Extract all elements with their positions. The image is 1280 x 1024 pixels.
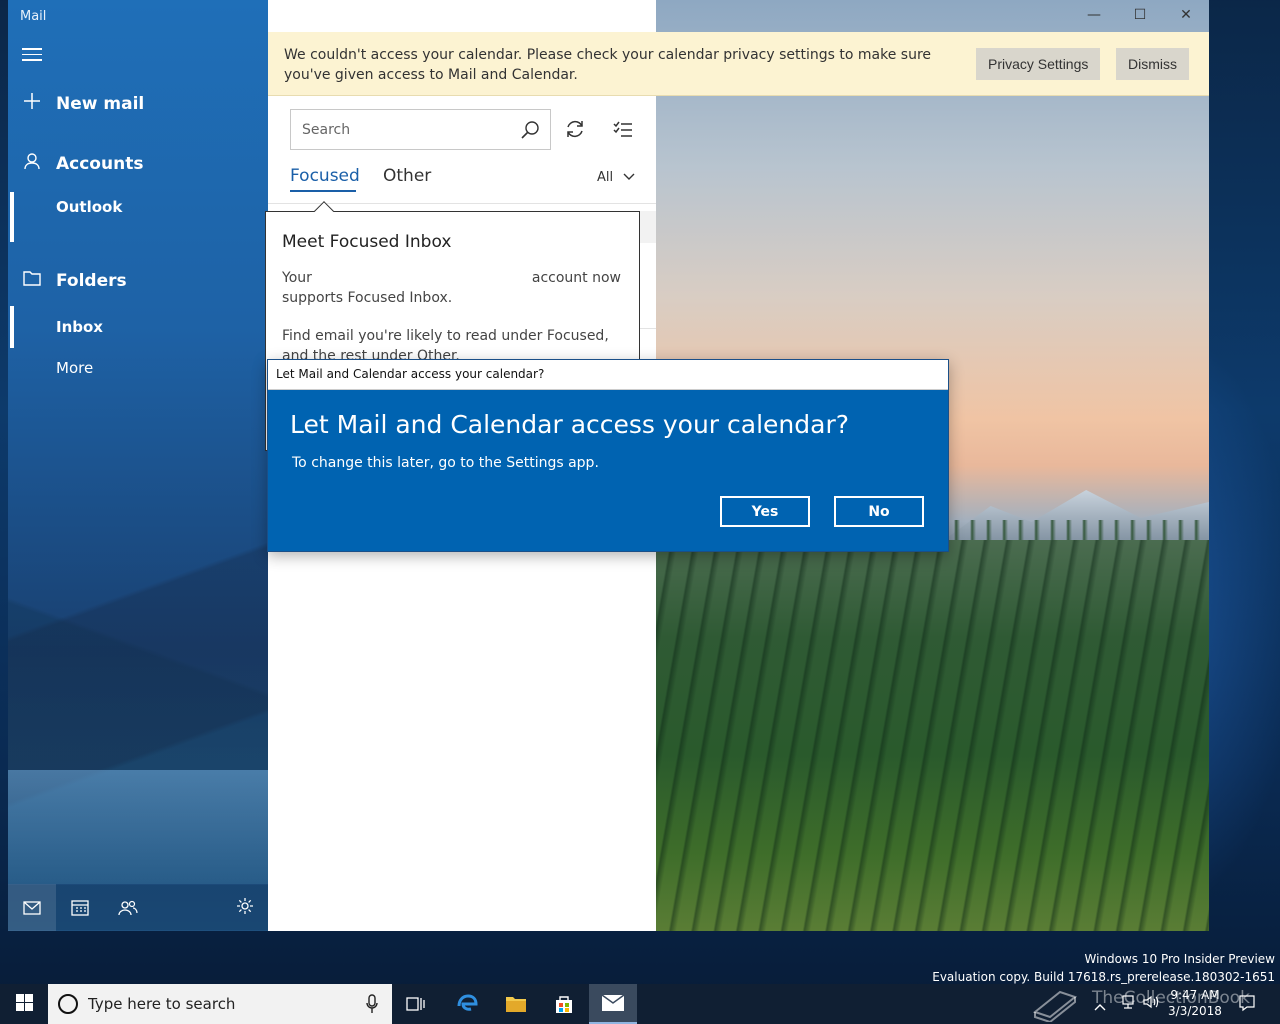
new-mail-button[interactable]: New mail xyxy=(8,92,144,115)
chevron-down-icon xyxy=(623,170,635,185)
no-button[interactable]: No xyxy=(834,496,924,527)
new-mail-label: New mail xyxy=(56,93,145,114)
mail-taskbar-icon[interactable] xyxy=(589,984,637,1024)
accounts-label: Accounts xyxy=(56,153,144,174)
people-icon[interactable] xyxy=(104,884,152,931)
start-button[interactable] xyxy=(0,984,48,1024)
calendar-access-banner: We couldn't access your calendar. Please… xyxy=(268,32,1209,96)
dialog-subtext: To change this later, go to the Settings… xyxy=(292,455,599,471)
cortana-icon xyxy=(58,994,78,1014)
task-view-icon[interactable] xyxy=(392,984,440,1024)
tab-other[interactable]: Other xyxy=(383,166,431,186)
file-explorer-icon[interactable] xyxy=(492,984,540,1024)
edge-browser-icon[interactable] xyxy=(443,984,491,1024)
store-icon[interactable] xyxy=(540,984,588,1024)
hamburger-menu-icon[interactable] xyxy=(22,44,42,66)
brand-watermark: TheCollectionBook xyxy=(1030,978,1270,1024)
app-title: Mail xyxy=(20,9,47,24)
watermark-edition: Windows 10 Pro Insider Preview xyxy=(1084,952,1275,966)
microphone-icon[interactable] xyxy=(366,994,378,1018)
window-controls: — ☐ ✕ xyxy=(1071,0,1209,30)
book-logo-icon xyxy=(1030,982,1080,1024)
plus-icon xyxy=(8,92,56,115)
tip-line1-end: account now xyxy=(531,270,621,286)
search-icon[interactable] xyxy=(520,120,540,144)
privacy-settings-button[interactable]: Privacy Settings xyxy=(976,48,1101,80)
tab-focused[interactable]: Focused xyxy=(290,166,360,192)
folder-icon xyxy=(8,270,56,291)
selection-mode-icon[interactable] xyxy=(612,118,634,144)
nav-pane: Mail New mail Accounts Outlook Folders I… xyxy=(8,0,268,931)
sync-icon[interactable] xyxy=(564,118,586,144)
close-button[interactable]: ✕ xyxy=(1163,0,1209,30)
message-row-placeholder xyxy=(640,211,656,243)
person-icon xyxy=(8,152,56,175)
folders-label: Folders xyxy=(56,270,127,291)
tip-line1-start: Your xyxy=(282,270,312,286)
filter-label: All xyxy=(597,170,614,185)
accounts-button[interactable]: Accounts xyxy=(8,152,143,175)
tab-focused-label: Focused xyxy=(290,166,360,186)
dialog-heading: Let Mail and Calendar access your calend… xyxy=(290,410,850,439)
minimize-button[interactable]: — xyxy=(1071,0,1117,30)
dialog-title-bar: Let Mail and Calendar access your calend… xyxy=(268,360,948,390)
taskbar-search-box xyxy=(48,984,392,1024)
nav-background-lake xyxy=(8,770,268,885)
yes-button[interactable]: Yes xyxy=(720,496,810,527)
folders-button[interactable]: Folders xyxy=(8,270,127,291)
tip-line1-continuation: supports Focused Inbox. xyxy=(282,290,453,306)
folder-item-more[interactable]: More xyxy=(56,359,93,377)
calendar-permission-dialog: Let Mail and Calendar access your calend… xyxy=(267,359,949,552)
folder-item-inbox[interactable]: Inbox xyxy=(56,318,103,336)
mail-switch-icon[interactable] xyxy=(8,884,56,931)
inbox-selection-indicator xyxy=(10,306,14,348)
banner-message: We couldn't access your calendar. Please… xyxy=(284,47,932,83)
account-item-outlook[interactable]: Outlook xyxy=(56,198,122,216)
dismiss-button[interactable]: Dismiss xyxy=(1116,48,1189,80)
taskbar-search-input[interactable] xyxy=(88,984,358,1024)
nav-bottom-bar xyxy=(8,884,268,931)
settings-gear-icon[interactable] xyxy=(236,897,254,919)
maximize-button[interactable]: ☐ xyxy=(1117,0,1163,30)
message-row-divider xyxy=(640,328,656,329)
tip-title: Meet Focused Inbox xyxy=(282,232,452,252)
account-selection-indicator xyxy=(10,192,14,242)
tab-focused-underline xyxy=(290,190,356,192)
windows-logo-icon xyxy=(15,993,33,1015)
filter-dropdown[interactable]: All xyxy=(597,170,635,185)
brand-watermark-text: TheCollectionBook xyxy=(1092,988,1251,1008)
search-box xyxy=(290,109,551,150)
background-forest xyxy=(656,540,1209,931)
calendar-icon[interactable] xyxy=(56,884,104,931)
search-input[interactable] xyxy=(291,110,511,149)
